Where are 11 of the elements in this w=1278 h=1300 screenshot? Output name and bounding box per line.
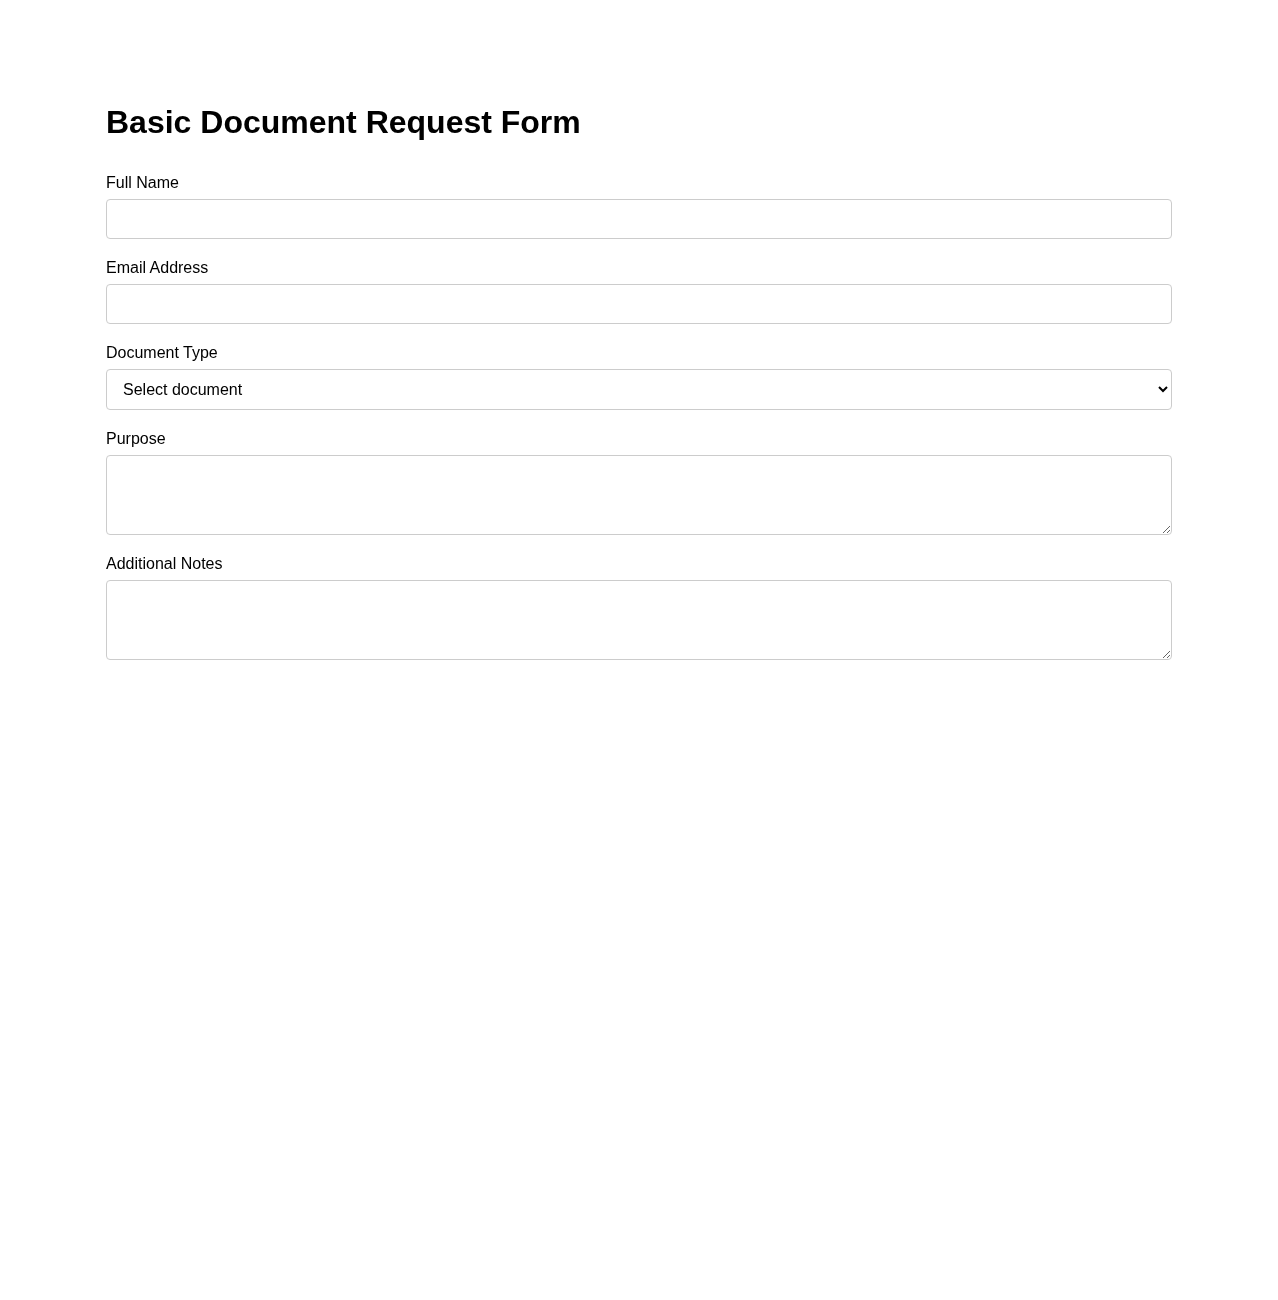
text-area[interactable] (106, 455, 1172, 535)
text-area[interactable] (106, 580, 1172, 660)
field-label: Additional Notes (106, 555, 223, 573)
field-label: Email Address (106, 259, 209, 277)
field-label: Purpose (106, 430, 166, 448)
field-label: Document Type (106, 344, 218, 362)
text-input[interactable] (106, 199, 1172, 239)
form-title: Basic Document Request Form (106, 103, 582, 142)
text-input[interactable] (106, 284, 1172, 324)
field-label: Full Name (106, 174, 179, 192)
document-type-select[interactable]: Select document (106, 369, 1172, 410)
